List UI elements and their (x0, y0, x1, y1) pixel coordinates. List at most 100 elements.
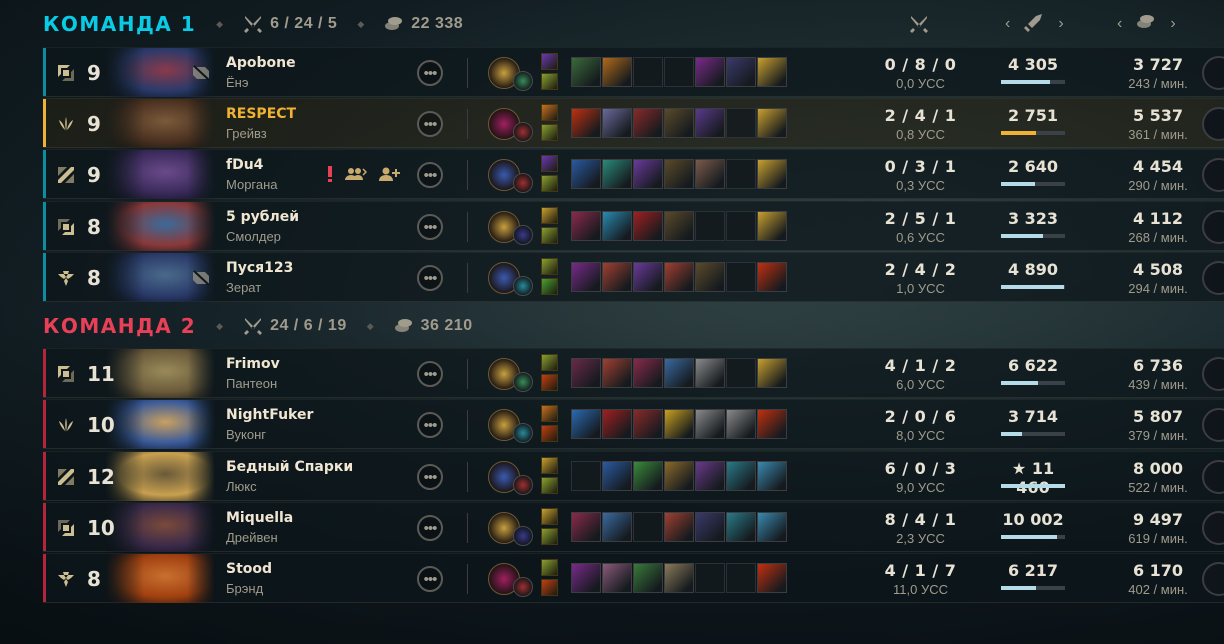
item-icon[interactable] (571, 512, 601, 542)
gold-per-minute: 439 / мин. (1128, 377, 1188, 392)
item-icon[interactable] (571, 211, 601, 241)
item-icon[interactable] (602, 211, 632, 241)
report-alert-icon[interactable] (327, 165, 333, 188)
player-row[interactable]: 10 Miquella Дрейвен ••• 8 / 4 / 1 2,3 УСС 10 0… (43, 502, 1224, 552)
player-name[interactable]: Frimov (226, 356, 280, 372)
item-icon[interactable] (757, 409, 787, 439)
item-icon[interactable] (633, 262, 663, 292)
item-icon[interactable] (602, 409, 632, 439)
item-icon[interactable] (757, 358, 787, 388)
item-icon[interactable] (602, 262, 632, 292)
item-icon[interactable] (602, 108, 632, 138)
item-icon[interactable] (571, 262, 601, 292)
item-icon[interactable] (757, 108, 787, 138)
item-icon[interactable] (602, 57, 632, 87)
player-name[interactable]: Miquella (226, 510, 293, 526)
player-name[interactable]: Apobone (226, 55, 296, 71)
player-row[interactable]: 8 Stood Брэнд ••• 4 / 1 / 7 11,0 УСС 6 217 6 17… (43, 553, 1224, 603)
item-icon[interactable] (757, 563, 787, 593)
item-icon[interactable] (602, 159, 632, 189)
more-options-button[interactable]: ••• (417, 515, 443, 541)
item-icon[interactable] (571, 358, 601, 388)
item-icon[interactable] (695, 159, 725, 189)
player-row[interactable]: 8 Пуся123 Зерат ••• 2 / 4 / 2 1,0 УСС 4 890 4 5… (43, 252, 1224, 302)
item-icon[interactable] (664, 409, 694, 439)
item-icon[interactable] (571, 108, 601, 138)
item-icon[interactable] (695, 57, 725, 87)
item-icon[interactable] (633, 563, 663, 593)
player-name[interactable]: Пуся123 (226, 260, 293, 276)
mute-icon[interactable] (191, 64, 211, 82)
item-icon[interactable] (633, 409, 663, 439)
item-icon[interactable] (757, 512, 787, 542)
damage-column-header[interactable]: ‹ › (1005, 9, 1064, 39)
item-icon[interactable] (633, 159, 663, 189)
more-options-button[interactable]: ••• (417, 214, 443, 240)
item-icon[interactable] (664, 159, 694, 189)
gold-column-header[interactable]: ‹ › (1117, 9, 1176, 39)
player-name[interactable]: 5 рублей (226, 209, 299, 225)
item-icon[interactable] (695, 512, 725, 542)
item-icon[interactable] (757, 159, 787, 189)
item-icon[interactable] (695, 108, 725, 138)
player-row[interactable]: 12 Бедный Спарки Люкс ••• 6 / 0 / 3 9,0 УСС ★ … (43, 451, 1224, 501)
item-icon[interactable] (664, 563, 694, 593)
next-arrow[interactable]: › (1170, 15, 1175, 33)
item-icon[interactable] (664, 108, 694, 138)
player-name[interactable]: RESPECT (226, 106, 296, 122)
item-icon[interactable] (664, 512, 694, 542)
item-icon[interactable] (726, 461, 756, 491)
more-options-button[interactable]: ••• (417, 412, 443, 438)
player-name[interactable]: NightFuker (226, 407, 313, 423)
item-icon[interactable] (571, 563, 601, 593)
player-name[interactable]: Бедный Спарки (226, 459, 353, 475)
more-options-button[interactable]: ••• (417, 265, 443, 291)
item-icon[interactable] (571, 409, 601, 439)
item-icon[interactable] (633, 108, 663, 138)
item-icon[interactable] (571, 159, 601, 189)
item-icon[interactable] (695, 461, 725, 491)
item-icon[interactable] (695, 358, 725, 388)
player-row[interactable]: 9 fDu4 Моргана ••• 0 / 3 / 1 0,3 УСС 2 640 4 45… (43, 149, 1224, 199)
item-icon[interactable] (726, 57, 756, 87)
item-icon[interactable] (757, 262, 787, 292)
item-icon[interactable] (726, 512, 756, 542)
invite-party-icon[interactable] (345, 166, 368, 187)
more-options-button[interactable]: ••• (417, 111, 443, 137)
player-row[interactable]: 9 RESPECT Грейвз ••• 2 / 4 / 1 0,8 УСС 2 751 5 … (43, 98, 1224, 148)
item-icon[interactable] (633, 211, 663, 241)
item-icon[interactable] (664, 461, 694, 491)
player-row[interactable]: 8 5 рублей Смолдер ••• 2 / 5 / 1 0,6 УСС 3 323… (43, 201, 1224, 251)
item-icon[interactable] (757, 57, 787, 87)
item-icon[interactable] (695, 409, 725, 439)
item-icon[interactable] (664, 262, 694, 292)
prev-arrow[interactable]: ‹ (1117, 15, 1122, 33)
item-icon[interactable] (571, 57, 601, 87)
prev-arrow[interactable]: ‹ (1005, 15, 1010, 33)
player-name[interactable]: Stood (226, 561, 272, 577)
player-name[interactable]: fDu4 (226, 157, 263, 173)
mute-icon[interactable] (191, 269, 211, 287)
player-row[interactable]: 9 Apobone Ёнэ ••• 0 / 8 / 0 0,0 УСС 4 305 3 727… (43, 47, 1224, 97)
item-icon[interactable] (695, 262, 725, 292)
more-options-button[interactable]: ••• (417, 566, 443, 592)
more-options-button[interactable]: ••• (417, 464, 443, 490)
item-icon[interactable] (664, 358, 694, 388)
add-friend-icon[interactable] (379, 166, 401, 187)
player-row[interactable]: 10 NightFuker Вуконг ••• 2 / 0 / 6 8,0 УСС 3 7… (43, 399, 1224, 449)
item-icon[interactable] (664, 211, 694, 241)
item-icon[interactable] (602, 358, 632, 388)
item-icon[interactable] (726, 409, 756, 439)
item-icon[interactable] (602, 512, 632, 542)
item-icon[interactable] (633, 461, 663, 491)
more-options-button[interactable]: ••• (417, 60, 443, 86)
item-icon[interactable] (757, 211, 787, 241)
player-row[interactable]: 11 Frimov Пантеон ••• 4 / 1 / 2 6,0 УСС 6 622 6… (43, 348, 1224, 398)
item-icon[interactable] (757, 461, 787, 491)
more-options-button[interactable]: ••• (417, 162, 443, 188)
item-icon[interactable] (602, 461, 632, 491)
item-icon[interactable] (602, 563, 632, 593)
next-arrow[interactable]: › (1058, 15, 1063, 33)
more-options-button[interactable]: ••• (417, 361, 443, 387)
item-icon[interactable] (633, 358, 663, 388)
